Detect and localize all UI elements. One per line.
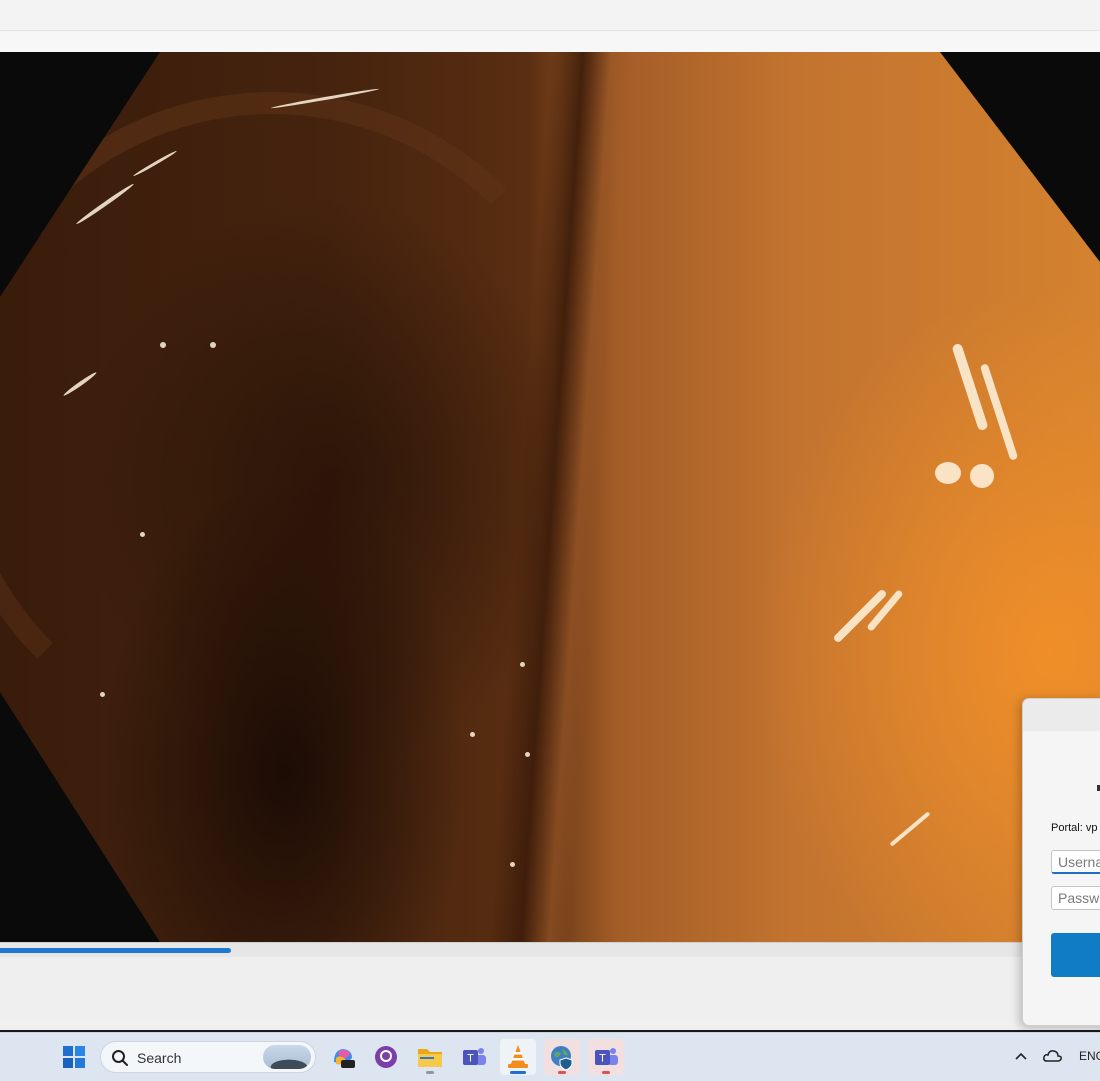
endoscopy-video-frame (0, 52, 1100, 942)
copilot-button[interactable] (325, 1039, 361, 1075)
dialog-titlebar[interactable] (1023, 699, 1100, 731)
cloud-icon (1043, 1050, 1062, 1062)
github-desktop-button[interactable] (368, 1039, 404, 1075)
taskbar: Search T T EN (0, 1032, 1100, 1081)
browser-vpn-button[interactable] (544, 1039, 580, 1075)
attention-indicator (602, 1071, 610, 1074)
chevron-up-icon (1015, 1052, 1027, 1060)
teams-button[interactable]: T (588, 1039, 624, 1075)
show-hidden-icons-button[interactable] (1012, 1047, 1030, 1065)
input-language-indicator[interactable]: ENG (1079, 1049, 1100, 1063)
file-explorer-button[interactable] (412, 1039, 448, 1075)
search-highlight-image (263, 1045, 311, 1069)
seek-bar[interactable] (0, 942, 1100, 957)
taskbar-search-box[interactable]: Search (100, 1041, 316, 1073)
github-icon (375, 1046, 397, 1068)
window-titlebar[interactable] (0, 0, 1100, 31)
globe-shield-icon (551, 1046, 573, 1070)
teams-classic-button[interactable]: T (456, 1039, 492, 1075)
password-input[interactable] (1051, 886, 1100, 910)
copilot-pre-icon (334, 1049, 355, 1068)
active-indicator (510, 1071, 526, 1074)
running-indicator (426, 1071, 434, 1074)
vlc-cone-icon (508, 1045, 528, 1068)
search-label: Search (137, 1050, 182, 1066)
svg-text:T: T (467, 1053, 474, 1065)
onedrive-tray-button[interactable] (1042, 1047, 1064, 1065)
teams-icon: T (595, 1048, 618, 1065)
vpn-login-dialog: Portal: vp (1022, 698, 1100, 1026)
window-menubar (0, 31, 1100, 52)
svg-text:T: T (599, 1053, 606, 1065)
windows-icon (63, 1046, 85, 1068)
video-display[interactable] (0, 52, 1100, 942)
playback-controls-area (0, 957, 1100, 1021)
portal-label: Portal: vp (1051, 822, 1098, 834)
connect-button[interactable] (1051, 933, 1100, 977)
username-input[interactable] (1051, 850, 1100, 874)
search-icon (112, 1050, 128, 1066)
attention-indicator (558, 1071, 566, 1074)
seek-progress (0, 948, 231, 953)
start-button[interactable] (56, 1039, 92, 1075)
vlc-button[interactable] (500, 1039, 536, 1075)
media-player-window (0, 0, 1100, 1030)
teams-icon: T (463, 1048, 486, 1065)
folder-icon (418, 1049, 442, 1067)
